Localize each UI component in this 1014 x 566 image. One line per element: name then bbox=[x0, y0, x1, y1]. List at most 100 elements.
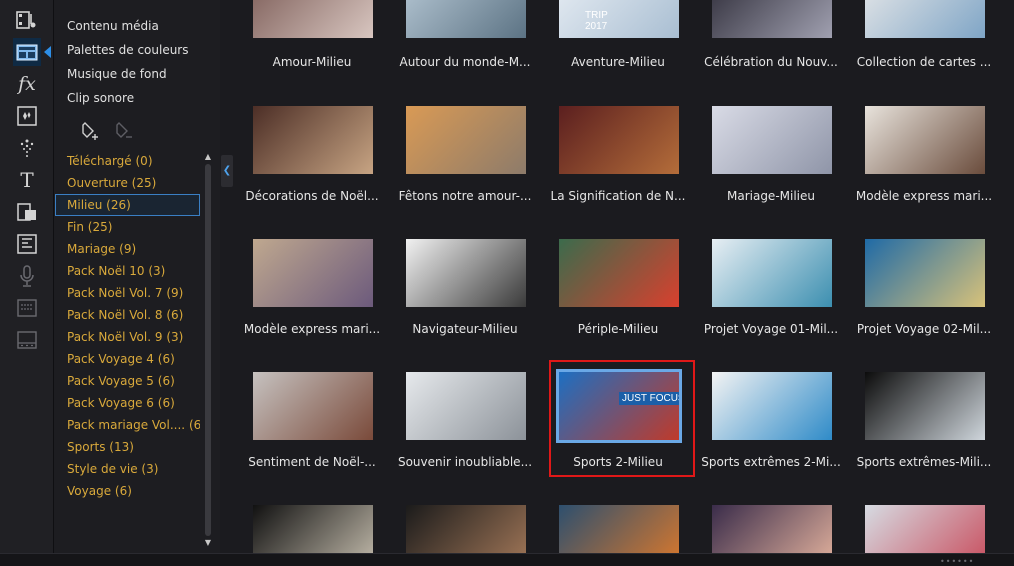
template-thumbnail[interactable] bbox=[865, 239, 985, 307]
category-count: (6) bbox=[166, 308, 184, 322]
template-thumbnail[interactable] bbox=[865, 372, 985, 440]
transition-icon[interactable] bbox=[13, 134, 41, 162]
template-thumbnail[interactable] bbox=[253, 0, 373, 38]
category-label: Pack Noël Vol. 8 bbox=[67, 308, 163, 322]
template-thumbnail[interactable] bbox=[253, 106, 373, 174]
template-thumbnail[interactable] bbox=[712, 239, 832, 307]
scroll-track[interactable] bbox=[205, 164, 211, 536]
template-label: La Signification de N... bbox=[550, 189, 686, 203]
category-item[interactable]: Style de vie (3) bbox=[54, 458, 200, 480]
category-item[interactable]: Pack Noël Vol. 7 (9) bbox=[54, 282, 200, 304]
category-count: (13) bbox=[109, 440, 134, 454]
category-count: (0) bbox=[135, 154, 153, 168]
category-item[interactable]: Sports (13) bbox=[54, 436, 200, 458]
category-count: (3) bbox=[148, 264, 166, 278]
add-tag-icon[interactable] bbox=[80, 120, 102, 145]
template-thumbnail[interactable] bbox=[406, 372, 526, 440]
particle-icon[interactable] bbox=[13, 102, 41, 130]
menu-item-color-boards[interactable]: Palettes de couleurs bbox=[67, 38, 189, 62]
media-icon[interactable] bbox=[13, 6, 41, 34]
category-item[interactable]: Pack Voyage 6 (6) bbox=[54, 392, 200, 414]
category-label: Pack Voyage 6 bbox=[67, 396, 154, 410]
category-list: Téléchargé (0) Ouverture (25) Milieu (26) F… bbox=[54, 150, 200, 502]
microphone-icon[interactable] bbox=[13, 262, 41, 290]
scroll-down-icon[interactable]: ▼ bbox=[203, 538, 213, 548]
category-label: Pack Voyage 4 bbox=[67, 352, 154, 366]
template-thumbnail[interactable] bbox=[406, 505, 526, 553]
film-strip-icon[interactable] bbox=[13, 326, 41, 354]
category-label: Pack Voyage 5 bbox=[67, 374, 154, 388]
category-count: (3) bbox=[141, 462, 159, 476]
category-count: (6) bbox=[157, 374, 175, 388]
menu-item-background-music[interactable]: Musique de fond bbox=[67, 62, 189, 86]
template-thumbnail[interactable] bbox=[712, 505, 832, 553]
category-label: Sports bbox=[67, 440, 106, 454]
library-panel: Contenu média Palettes de couleurs Musiq… bbox=[54, 0, 220, 553]
thumbnail-text: TRIP 2017 bbox=[585, 10, 608, 32]
fx-icon[interactable]: fx bbox=[13, 70, 41, 98]
pip-icon[interactable] bbox=[13, 198, 41, 226]
template-grid: Amour-Milieu Autour du monde-M... TRIP 201… bbox=[236, 0, 1006, 553]
category-item[interactable]: Mariage (9) bbox=[54, 238, 200, 260]
template-label: Amour-Milieu bbox=[272, 55, 352, 69]
category-item[interactable]: Pack Noël Vol. 8 (6) bbox=[54, 304, 200, 326]
bottom-bar: •••••• bbox=[0, 553, 1014, 566]
category-item[interactable]: Ouverture (25) bbox=[54, 172, 200, 194]
category-label: Pack Noël 10 bbox=[67, 264, 145, 278]
template-thumbnail[interactable] bbox=[559, 505, 679, 553]
scroll-up-icon[interactable]: ▲ bbox=[203, 152, 213, 162]
template-thumbnail[interactable] bbox=[559, 106, 679, 174]
template-thumbnail[interactable] bbox=[253, 505, 373, 553]
category-item[interactable]: Fin (25) bbox=[54, 216, 200, 238]
template-label: Célébration du Nouv... bbox=[704, 55, 838, 69]
template-thumbnail[interactable] bbox=[406, 0, 526, 38]
video-rooms-icon[interactable] bbox=[13, 38, 41, 66]
template-label: Navigateur-Milieu bbox=[412, 322, 518, 336]
template-thumbnail[interactable] bbox=[712, 0, 832, 38]
category-item[interactable]: Pack mariage Vol.... (6) bbox=[54, 414, 200, 436]
category-label: Téléchargé bbox=[67, 154, 132, 168]
category-label: Style de vie bbox=[67, 462, 138, 476]
chapter-icon[interactable] bbox=[13, 230, 41, 258]
library-menu: Contenu média Palettes de couleurs Musiq… bbox=[67, 14, 189, 110]
category-item[interactable]: Pack Voyage 4 (6) bbox=[54, 348, 200, 370]
category-count: (9) bbox=[166, 286, 184, 300]
remove-tag-icon[interactable] bbox=[114, 120, 136, 145]
template-thumbnail[interactable] bbox=[253, 372, 373, 440]
category-item[interactable]: Téléchargé (0) bbox=[54, 150, 200, 172]
template-label: Projet Voyage 02-Mil... bbox=[856, 322, 992, 336]
template-label: Collection de cartes ... bbox=[856, 55, 992, 69]
category-item[interactable]: Voyage (6) bbox=[54, 480, 200, 502]
template-thumbnail[interactable] bbox=[865, 505, 985, 553]
category-count: (26) bbox=[106, 198, 131, 212]
template-thumbnail[interactable] bbox=[712, 106, 832, 174]
template-thumbnail[interactable] bbox=[406, 106, 526, 174]
title-icon[interactable]: T bbox=[13, 166, 41, 194]
category-count: (6) bbox=[114, 484, 132, 498]
category-item[interactable]: Pack Voyage 5 (6) bbox=[54, 370, 200, 392]
category-count: (25) bbox=[87, 220, 113, 234]
template-label: Aventure-Milieu bbox=[571, 55, 665, 69]
collapse-panel-button[interactable]: ❮ bbox=[221, 155, 233, 187]
menu-item-media-content[interactable]: Contenu média bbox=[67, 14, 189, 38]
template-label: Décorations de Noël... bbox=[245, 189, 379, 203]
category-label: Milieu bbox=[67, 198, 103, 212]
template-thumbnail[interactable] bbox=[253, 239, 373, 307]
category-item[interactable]: Pack Noël Vol. 9 (3) bbox=[54, 326, 200, 348]
template-thumbnail[interactable] bbox=[865, 0, 985, 38]
grid-scrollbar[interactable] bbox=[1006, 0, 1014, 553]
category-label: Pack mariage Vol.... bbox=[67, 418, 186, 432]
template-thumbnail[interactable] bbox=[406, 239, 526, 307]
category-count: (6) bbox=[157, 352, 175, 366]
category-item[interactable]: Milieu (26) bbox=[55, 194, 200, 216]
template-thumbnail[interactable] bbox=[865, 106, 985, 174]
category-item[interactable]: Pack Noël 10 (3) bbox=[54, 260, 200, 282]
template-thumbnail[interactable] bbox=[559, 239, 679, 307]
template-label: Sentiment de Noël-... bbox=[248, 455, 376, 469]
subtitles-icon[interactable] bbox=[13, 294, 41, 322]
category-count: (25) bbox=[131, 176, 157, 190]
category-scrollbar[interactable]: ▲ ▼ bbox=[202, 150, 214, 550]
template-thumbnail[interactable] bbox=[712, 372, 832, 440]
menu-item-sound-clip[interactable]: Clip sonore bbox=[67, 86, 189, 110]
template-thumbnail[interactable]: TRIP 2017 bbox=[559, 0, 679, 38]
